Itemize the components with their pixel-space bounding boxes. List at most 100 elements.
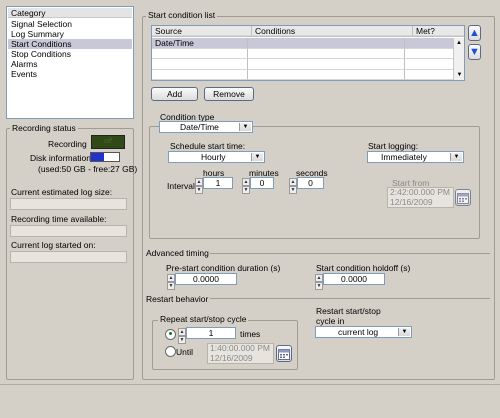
category-item[interactable]: Log Summary (8, 29, 132, 39)
table-cell (248, 69, 405, 80)
schedule-value: Hourly (201, 152, 226, 162)
table-cell (248, 38, 405, 49)
times-label: times (240, 329, 261, 339)
disk-usage-text: (used:50 GB - free:27 GB) (38, 164, 138, 174)
disk-usage-fill (91, 153, 104, 161)
minutes-stepper[interactable]: ▲ ▼ (242, 178, 250, 194)
bottom-status-area (0, 384, 500, 418)
times-radio[interactable] (165, 329, 176, 342)
advanced-timing-rule (210, 253, 490, 254)
arrow-up-icon: ▲ (469, 26, 480, 39)
table-row[interactable] (152, 69, 454, 80)
restart-cycle-label-2: cycle in (316, 316, 345, 326)
seconds-value: 0 (308, 178, 313, 188)
move-down-button[interactable]: ▼ (468, 44, 481, 60)
holdoff-stepper[interactable]: ▲ ▼ (315, 274, 323, 290)
radio-unselected-icon (165, 346, 176, 357)
start-list-title: Start condition list (146, 10, 218, 20)
table-row[interactable] (152, 48, 454, 59)
category-item[interactable]: Start Conditions (8, 39, 132, 49)
disk-usage-bar (90, 152, 120, 162)
pre-start-value: 0.0000 (193, 274, 219, 284)
column-header-conditions[interactable]: Conditions (252, 26, 413, 36)
minutes-input[interactable]: ▲ ▼ 0 (242, 177, 274, 194)
table-cell (405, 69, 454, 80)
table-cell: Date/Time (152, 38, 248, 49)
chevron-down-icon: ▼ (251, 153, 263, 161)
hours-value: 1 (215, 178, 221, 188)
log-started-label: Current log started on: (11, 240, 96, 250)
until-calendar-button[interactable] (276, 345, 292, 362)
until-radio[interactable] (165, 346, 176, 359)
category-item[interactable]: Events (8, 69, 132, 79)
table-cell (405, 48, 454, 59)
minutes-value: 0 (259, 178, 265, 188)
holdoff-input[interactable]: ▲ ▼ 0.0000 (315, 273, 385, 290)
move-up-button[interactable]: ▲ (468, 25, 481, 41)
times-stepper[interactable]: ▲ ▼ (178, 328, 186, 344)
column-header-source[interactable]: Source (152, 26, 252, 36)
add-button[interactable]: Add (151, 87, 198, 101)
recording-status-title: Recording status (10, 123, 78, 133)
start-from-field: 2:42:00.000 PM 12/16/2009 (387, 187, 454, 208)
table-cell (405, 59, 454, 70)
time-available-field (10, 225, 127, 237)
table-scrollbar[interactable]: ▲ ▼ (453, 38, 464, 80)
until-field: 1:40:00.000 PM 12/16/2009 (207, 343, 274, 364)
start-from-date: 12/16/2009 (390, 196, 433, 207)
pre-start-input[interactable]: ▲ ▼ 0.0000 (167, 273, 237, 290)
disk-info-label: Disk information (30, 153, 91, 163)
hours-input[interactable]: ▲ ▼ 1 (195, 177, 233, 194)
radio-selected-icon (165, 329, 176, 340)
start-from-calendar-button[interactable] (455, 189, 471, 206)
time-available-label: Recording time available: (11, 214, 107, 224)
remove-button[interactable]: Remove (204, 87, 254, 101)
until-label: Until (176, 347, 194, 357)
seconds-stepper[interactable]: ▲ ▼ (289, 178, 297, 194)
table-row[interactable] (152, 59, 454, 70)
log-size-field (10, 198, 127, 210)
holdoff-value: 0.0000 (341, 274, 367, 284)
arrow-down-icon: ▼ (469, 45, 480, 58)
column-header-met[interactable]: Met? (413, 26, 464, 36)
table-row[interactable]: Date/Time (152, 38, 454, 49)
start-condition-table[interactable]: Source Conditions Met? Date/Time ▲ ▼ (151, 25, 465, 81)
table-cell (152, 48, 248, 59)
category-item[interactable]: Alarms (8, 59, 132, 69)
category-header: Category (8, 8, 132, 18)
category-item[interactable]: Signal Selection (8, 19, 132, 29)
restart-cycle-dropdown[interactable]: current log ▼ (315, 326, 412, 338)
log-started-field (10, 251, 127, 263)
schedule-start-label: Schedule start time: (170, 141, 246, 151)
scroll-down-icon[interactable]: ▼ (454, 70, 465, 80)
restart-behavior-title: Restart behavior (146, 294, 209, 304)
start-logging-label: Start logging: (368, 141, 419, 151)
start-logging-dropdown[interactable]: Immediately ▼ (367, 151, 464, 163)
until-date: 12/16/2009 (210, 352, 253, 363)
restart-cycle-label-1: Restart start/stop (316, 306, 381, 316)
seconds-input[interactable]: ▲ ▼ 0 (289, 177, 324, 194)
pre-start-stepper[interactable]: ▲ ▼ (167, 274, 175, 290)
category-item[interactable]: Stop Conditions (8, 49, 132, 59)
advanced-timing-title: Advanced timing (146, 248, 209, 258)
restart-cycle-value: current log (338, 327, 379, 337)
scroll-up-icon[interactable]: ▲ (454, 38, 464, 48)
hours-stepper[interactable]: ▲ ▼ (195, 178, 203, 194)
category-list: Category Signal Selection Log Summary Star… (6, 6, 134, 119)
holdoff-label: Start condition holdoff (s) (316, 263, 411, 273)
start-logging-value: Immediately (381, 152, 427, 162)
interval-label: Interval: (167, 181, 198, 191)
condition-type-dropdown[interactable]: Date/Time ▼ (159, 121, 253, 133)
table-cell (405, 38, 454, 49)
table-cell (152, 69, 248, 80)
schedule-dropdown[interactable]: Hourly ▼ (168, 151, 265, 163)
pre-start-label: Pre-start condition duration (s) (166, 263, 281, 273)
log-size-label: Current estimated log size: (11, 187, 113, 197)
table-cell (152, 59, 248, 70)
chevron-down-icon: ▼ (398, 328, 410, 336)
condition-type-value: Date/Time (180, 122, 219, 132)
recording-indicator-text: off (104, 138, 112, 145)
repeat-cycle-title: Repeat start/stop cycle (158, 314, 249, 324)
chevron-down-icon: ▼ (450, 153, 462, 161)
times-input[interactable]: ▲ ▼ 1 (178, 327, 236, 344)
